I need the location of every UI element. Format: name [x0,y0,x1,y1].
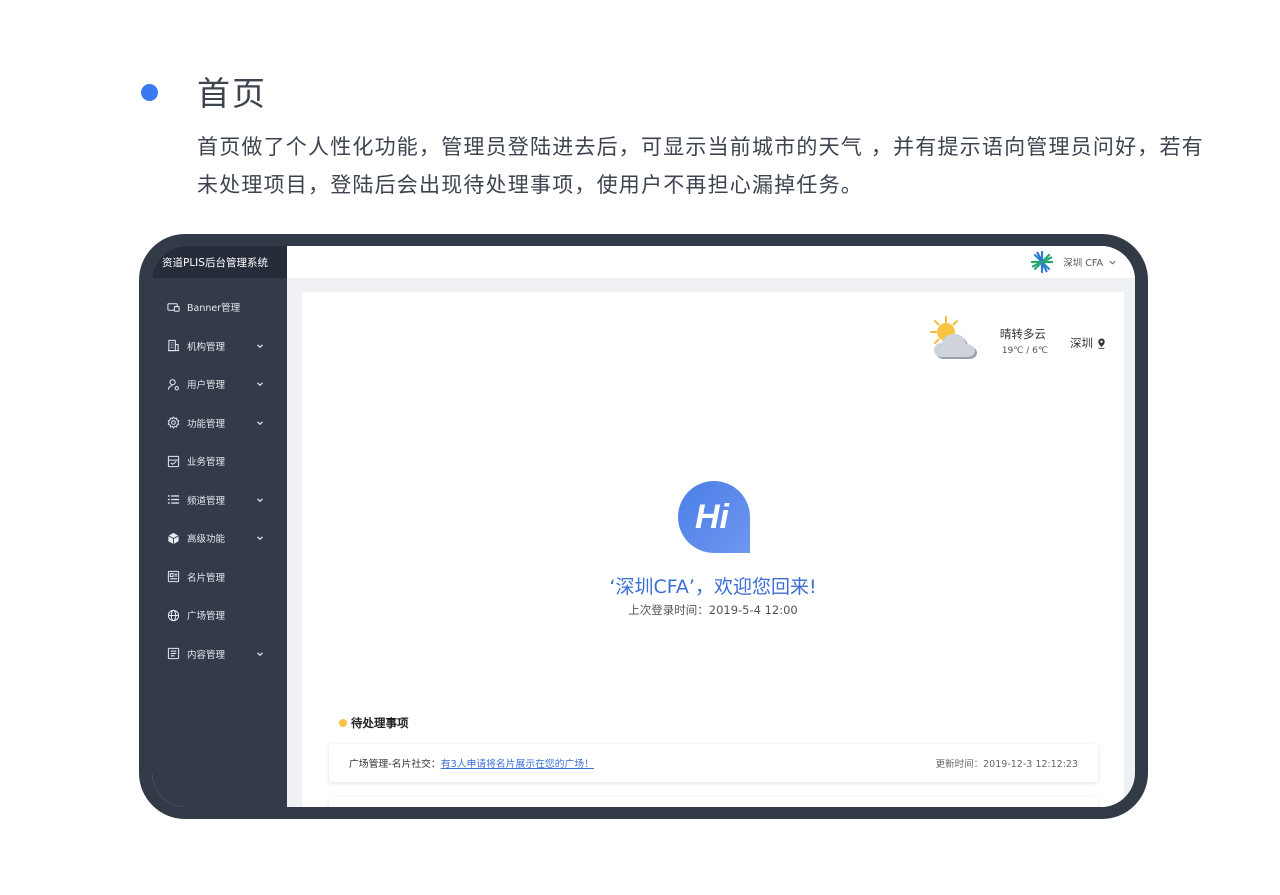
globe-icon [166,608,180,622]
section-description: 首页做了个人性化功能，管理员登陆进去后，可显示当前城市的天气 ，并有提示语向管理… [197,135,1204,197]
sidebar-item-business[interactable]: 业务管理 [152,442,287,481]
chevron-down-icon [255,495,265,505]
app-screen: 资道PLIS后台管理系统 Banner管理 机构管理 用户管理 功能管理 业务管… [152,246,1135,807]
banner-icon [166,300,180,314]
chevron-down-icon [255,341,265,351]
weather-temperature: 19℃ / 6℃ [1001,346,1048,356]
sidebar-item-label: 广场管理 [187,611,226,623]
chevron-down-icon [255,533,265,543]
sidebar-item-cards[interactable]: 名片管理 [152,558,287,597]
chevron-down-icon [255,649,265,659]
bullet-dot [141,84,158,101]
weather-city-label: 深圳 [1070,336,1093,350]
sidebar-menu: Banner管理 机构管理 用户管理 功能管理 业务管理 频道管理 高级功能 名… [152,278,287,673]
section-title: 首页 [197,74,267,113]
device-frame: 资道PLIS后台管理系统 Banner管理 机构管理 用户管理 功能管理 业务管… [139,234,1148,819]
weather-widget: 晴转多云 19℃ / 6℃ 深圳 [922,316,1106,367]
todo-dot [339,719,347,727]
user-label: 深圳 CFA [1063,258,1103,269]
document-icon [166,647,180,661]
app-brand: 资道PLIS后台管理系统 [152,246,287,278]
sidebar-item-label: 频道管理 [187,495,226,507]
building-icon [166,339,180,353]
todo-item-time: 更新时间：2019-12-3 12:12:23 [935,759,1078,770]
sidebar-item-users[interactable]: 用户管理 [152,365,287,404]
welcome-message: ‘深圳CFA’，欢迎您回来! [609,576,817,598]
hi-badge-icon: Hi [678,481,750,553]
weather-city[interactable]: 深圳 [1070,335,1106,351]
hi-badge-text: Hi [695,498,731,536]
partly-cloudy-icon [929,316,977,359]
sidebar-item-channels[interactable]: 频道管理 [152,481,287,520]
sidebar-item-content[interactable]: 内容管理 [152,635,287,674]
business-icon [166,454,180,468]
location-pin-icon [1098,338,1105,349]
sidebar-item-banner[interactable]: Banner管理 [152,288,287,327]
dashboard-card: 晴转多云 19℃ / 6℃ 深圳 Hi ‘深圳CFA’，欢迎您回来! 上次登录时… [302,292,1124,807]
sidebar-item-label: 机构管理 [187,341,226,353]
sidebar: 资道PLIS后台管理系统 Banner管理 机构管理 用户管理 功能管理 业务管… [152,246,287,807]
sidebar-item-label: 业务管理 [187,457,226,469]
gear-icon [166,416,180,430]
sidebar-item-label: 功能管理 [187,418,226,430]
todo-item-prefix: 广场管理-名片社交： [349,759,441,770]
user-icon [166,377,180,391]
todo-item: 广场管理-名片社交： 有3人申请将名片展示在您的广场！ 更新时间：2019-12… [329,744,1098,782]
sidebar-item-label: 用户管理 [187,380,226,392]
sidebar-item-plaza[interactable]: 广场管理 [152,596,287,635]
sidebar-item-label: 内容管理 [187,649,226,661]
cube-icon [166,531,180,545]
sidebar-item-advanced[interactable]: 高级功能 [152,519,287,558]
sidebar-item-label: Banner管理 [187,303,241,315]
sidebar-item-label: 名片管理 [187,572,226,584]
top-bar: 深圳 CFA [287,246,1135,278]
weather-description: 晴转多云 [999,327,1046,341]
todo-item [329,797,1098,807]
last-login-time: 上次登录时间：2019-5-4 12:00 [628,603,798,617]
chevron-down-icon [255,418,265,428]
todo-item-link[interactable]: 有3人申请将名片展示在您的广场！ [441,756,594,770]
list-icon [166,493,180,507]
sidebar-item-organization[interactable]: 机构管理 [152,327,287,366]
card-icon [166,570,180,584]
chevron-down-icon [255,379,265,389]
sidebar-item-features[interactable]: 功能管理 [152,404,287,443]
user-menu[interactable]: 深圳 CFA [1029,246,1117,278]
todo-section-title: 待处理事项 [339,715,409,731]
avatar [1031,250,1054,274]
chevron-down-icon [1109,260,1116,265]
sidebar-item-label: 高级功能 [187,534,226,546]
